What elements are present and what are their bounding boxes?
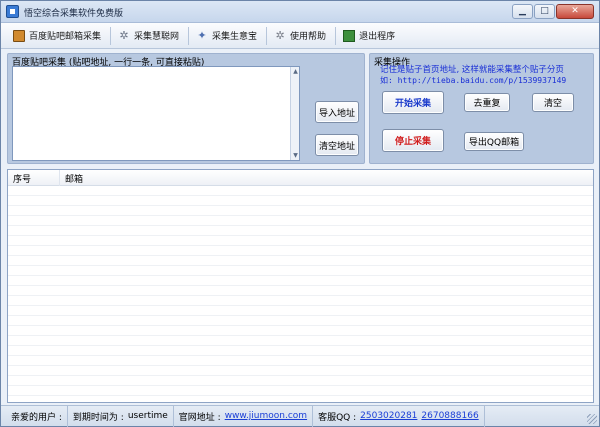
toolbar-item-hc360[interactable]: ✲ 采集慧聪网: [114, 26, 185, 46]
exit-icon: [343, 29, 356, 42]
help-icon: ✲: [275, 29, 285, 42]
qq-link-2[interactable]: 2670888166: [421, 411, 478, 421]
toolbar-item-label: 采集慧聪网: [134, 32, 180, 42]
status-bar: 亲爱的用户 : 到期时间为 : usertime 官网地址 : www.jium…: [1, 405, 599, 427]
app-icon: [6, 5, 19, 18]
star-icon: ✦: [197, 29, 207, 42]
toolbar-item-label: 使用帮助: [290, 32, 327, 42]
clear-button[interactable]: 清空: [532, 93, 574, 112]
toolbar-separator: [266, 26, 268, 45]
toolbar-separator: [188, 26, 190, 45]
qq-link-1[interactable]: 2503020281: [360, 411, 417, 421]
list-rows: [8, 186, 593, 402]
clear-address-button[interactable]: 清空地址: [315, 134, 359, 156]
toolbar-separator: [335, 26, 337, 45]
title-bar[interactable]: 悟空综合采集软件免费版 ▁ □ ✕: [1, 1, 599, 23]
user-label: 亲爱的用户 :: [11, 412, 62, 423]
toolbar-separator: [110, 26, 112, 45]
toolbar: 百度贴吧邮箱采集 ✲ 采集慧聪网 ✦ 采集生意宝 ✲ 使用帮助 退出程序: [1, 23, 599, 49]
toolbar-item-shengyibao[interactable]: ✦ 采集生意宝: [192, 26, 263, 46]
window-controls: ▁ □ ✕: [512, 4, 594, 19]
gear-icon: ✲: [119, 29, 129, 42]
minimize-button[interactable]: ▁: [512, 4, 533, 19]
tieba-address-input[interactable]: ▲ ▼: [12, 66, 300, 161]
collect-operations-group: 采集操作 记住是贴子首页地址, 这样就能采集整个贴子分页 如: http://t…: [369, 53, 594, 164]
column-header-email[interactable]: 邮箱: [60, 170, 593, 186]
book-icon: [13, 29, 25, 42]
status-user: 亲爱的用户 :: [6, 405, 68, 427]
hint-example-url: 如: http://tieba.baidu.com/p/1539937149: [380, 76, 567, 85]
status-site: 官网地址 : www.jiumoon.com: [174, 405, 314, 427]
stop-collect-button[interactable]: 停止采集: [382, 129, 444, 152]
start-collect-button[interactable]: 开始采集: [382, 91, 444, 114]
list-header: 序号 邮箱: [8, 170, 593, 186]
toolbar-item-help[interactable]: ✲ 使用帮助: [270, 26, 332, 46]
app-window: 悟空综合采集软件免费版 ▁ □ ✕ 百度贴吧邮箱采集 ✲ 采集慧聪网 ✦ 采集生…: [0, 0, 600, 427]
scroll-down-icon[interactable]: ▼: [291, 151, 300, 160]
site-link[interactable]: www.jiumoon.com: [225, 411, 307, 421]
export-qq-email-button[interactable]: 导出QQ邮箱: [464, 132, 524, 151]
import-address-button[interactable]: 导入地址: [315, 101, 359, 123]
expire-value: usertime: [127, 411, 168, 421]
status-expire: 到期时间为 : usertime: [68, 405, 174, 427]
site-label: 官网地址 :: [178, 412, 221, 423]
hint-text: 记住是贴子首页地址, 这样就能采集整个贴子分页: [380, 65, 564, 75]
scroll-up-icon[interactable]: ▲: [291, 67, 300, 76]
resize-grip-icon[interactable]: [587, 414, 597, 424]
toolbar-item-baidu-tieba[interactable]: 百度贴吧邮箱采集: [9, 26, 107, 46]
toolbar-item-label: 采集生意宝: [212, 32, 258, 42]
email-list[interactable]: 序号 邮箱: [7, 169, 594, 403]
maximize-button[interactable]: □: [534, 4, 555, 19]
close-button[interactable]: ✕: [556, 4, 594, 19]
toolbar-item-label: 百度贴吧邮箱采集: [29, 32, 102, 42]
window-title: 悟空综合采集软件免费版: [24, 9, 124, 19]
expire-label: 到期时间为 :: [72, 412, 124, 423]
status-qq: 客服QQ : 2503020281 2670888166: [313, 405, 485, 427]
tieba-address-group: 百度贴吧采集 (贴吧地址, 一行一条, 可直接粘贴) ▲ ▼ 导入地址 清空地址: [7, 53, 365, 164]
dedup-button[interactable]: 去重复: [464, 93, 510, 112]
toolbar-item-label: 退出程序: [359, 32, 396, 42]
column-header-seq[interactable]: 序号: [8, 170, 60, 186]
scrollbar[interactable]: ▲ ▼: [290, 67, 299, 160]
toolbar-item-exit[interactable]: 退出程序: [339, 26, 401, 46]
qq-label: 客服QQ :: [318, 412, 357, 423]
